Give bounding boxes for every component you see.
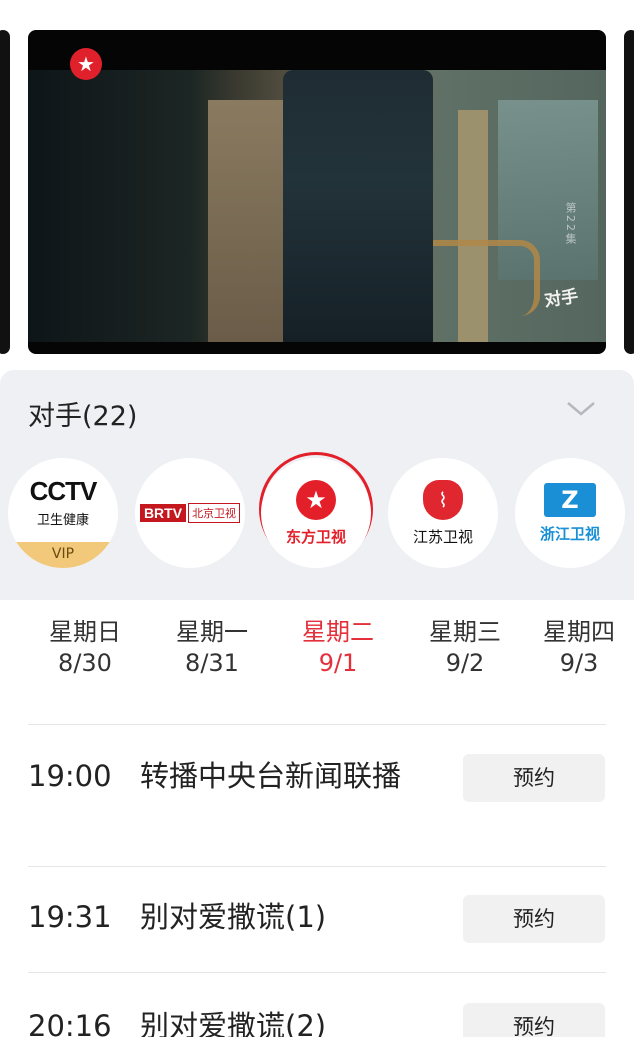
program-name: 转播中央台新闻联播 [140,759,402,793]
tab-date: 8/31 [185,649,239,677]
show-watermark: 对手 [543,286,580,312]
tab-weekday: 星期四 [543,618,615,646]
channel-name: 浙江卫视 [539,524,600,543]
channel-dragon-tv[interactable]: ★ 东方卫视 [261,458,371,568]
reserve-button[interactable]: 预约 [463,754,605,802]
tab-weekday: 星期二 [302,618,374,646]
video-carousel[interactable]: ★ 第22集 对手 [0,0,634,370]
cctv-sub-label: 卫生健康 [36,513,89,528]
day-tabs: 星期日 8/30 星期一 8/31 星期二 9/1 星期三 9/2 星期四 9/… [0,600,634,698]
video-player[interactable]: ★ 第22集 对手 [28,30,606,354]
tab-day[interactable]: 星期一 8/31 [157,612,267,677]
tab-day-active[interactable]: 星期二 9/1 [283,612,393,677]
cctv-logo: CCTV [29,476,98,506]
program-time: 20:16 [28,1009,112,1037]
program-row: 19:00 转播中央台新闻联播 预约 [0,726,634,866]
program-row: 20:16 别对爱撒谎(2) 预约 [0,973,634,1037]
program-name: 别对爱撒谎(2) [140,1009,327,1037]
schedule-panel: 对手(22) CCTV 卫生健康 VIP BRTV 北京卫视 ★ 东方卫视 ⌇ … [0,370,634,600]
brtv-name: 北京卫视 [188,503,241,523]
zhejiang-tv-logo-icon: Z [544,482,596,517]
channel-name: 东方卫视 [285,527,346,546]
channel-cctv[interactable]: CCTV 卫生健康 VIP [8,458,118,568]
tab-weekday: 星期三 [429,618,501,646]
video-frame [28,70,606,342]
channel-brtv[interactable]: BRTV 北京卫视 [135,458,245,568]
divider [28,724,606,725]
tab-weekday: 星期一 [176,618,248,646]
reserve-button[interactable]: 预约 [463,895,605,943]
channel-list: CCTV 卫生健康 VIP BRTV 北京卫视 ★ 东方卫视 ⌇ 江苏卫视 Z … [0,452,634,570]
program-title: 对手(22) [28,401,138,432]
jiangsu-tv-logo-icon: ⌇ [423,479,463,520]
program-time: 19:00 [28,759,112,793]
dragon-tv-star-icon: ★ [70,48,102,80]
chevron-down-icon[interactable] [566,400,596,418]
next-video-card[interactable] [624,30,634,354]
program-name: 别对爱撒谎(1) [140,900,327,934]
brtv-mark: BRTV [139,504,187,522]
program-time: 19:31 [28,900,112,934]
brtv-logo: BRTV 北京卫视 [139,503,241,523]
program-row: 19:31 别对爱撒谎(1) 预约 [0,867,634,972]
tab-day[interactable]: 星期四 9/3 [524,612,634,677]
tab-day[interactable]: 星期日 8/30 [30,612,140,677]
vip-badge: VIP [8,542,118,568]
scene-person [283,70,433,342]
tab-date: 9/3 [559,649,599,677]
reserve-button[interactable]: 预约 [463,1003,605,1037]
tab-day[interactable]: 星期三 9/2 [410,612,520,677]
tab-date: 8/30 [58,649,112,677]
episode-mark: 第22集 [564,202,577,246]
prev-video-card[interactable] [0,30,10,354]
tab-date: 9/2 [445,649,485,677]
channel-zhejiang-tv[interactable]: Z 浙江卫视 [515,458,625,568]
tab-weekday: 星期日 [49,618,121,646]
channel-name: 江苏卫视 [412,527,473,546]
tab-date: 9/1 [318,649,358,677]
dragon-tv-star-icon: ★ [296,479,336,520]
channel-jiangsu-tv[interactable]: ⌇ 江苏卫视 [388,458,498,568]
